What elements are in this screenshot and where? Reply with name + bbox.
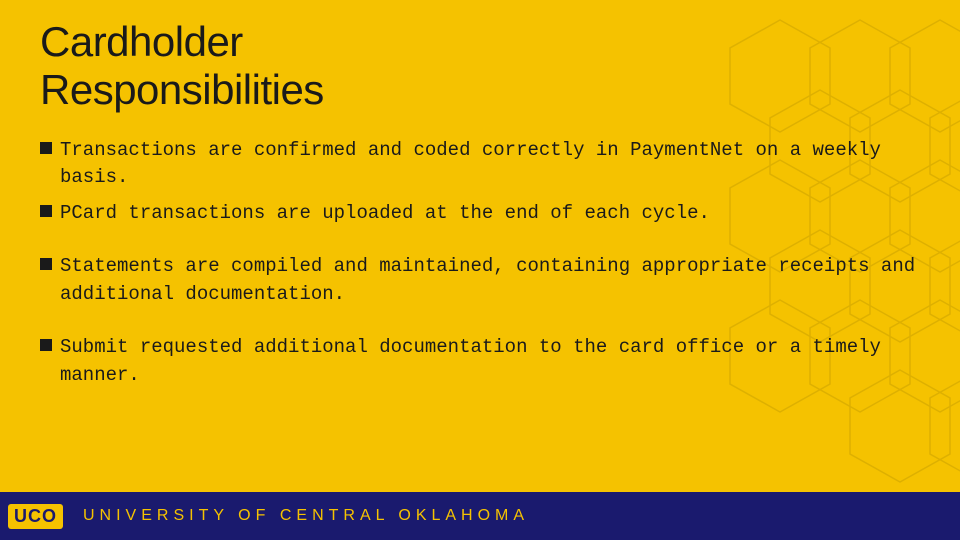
- bullet-text-4: Submit requested additional documentatio…: [60, 334, 920, 389]
- bullet-item-4: Submit requested additional documentatio…: [40, 334, 920, 389]
- bullet-square-1: [40, 142, 52, 154]
- uco-logo-text: UCO: [8, 504, 63, 529]
- bullet-square-4: [40, 339, 52, 351]
- bottom-bar: UCO UNIVERSITY OF CENTRAL OKLAHOMA: [0, 492, 960, 540]
- bullet-item-1: Transactions are confirmed and coded cor…: [40, 137, 920, 192]
- bullet-text-3: Statements are compiled and maintained, …: [60, 253, 920, 308]
- bullet-list: Transactions are confirmed and coded cor…: [40, 137, 920, 390]
- bullet-square-3: [40, 258, 52, 270]
- bullet-text-2: PCard transactions are uploaded at the e…: [60, 200, 920, 228]
- uco-logo: UCO: [8, 504, 63, 529]
- slide-title: Cardholder Responsibilities: [40, 18, 920, 115]
- bullet-item-3: Statements are compiled and maintained, …: [40, 253, 920, 308]
- university-name-text: UNIVERSITY OF CENTRAL OKLAHOMA: [83, 507, 529, 525]
- content-area: Cardholder Responsibilities Transactions…: [0, 0, 960, 389]
- bullet-item-2: PCard transactions are uploaded at the e…: [40, 200, 920, 228]
- bullet-square-2: [40, 205, 52, 217]
- bullet-text-1: Transactions are confirmed and coded cor…: [60, 137, 920, 192]
- slide: Cardholder Responsibilities Transactions…: [0, 0, 960, 540]
